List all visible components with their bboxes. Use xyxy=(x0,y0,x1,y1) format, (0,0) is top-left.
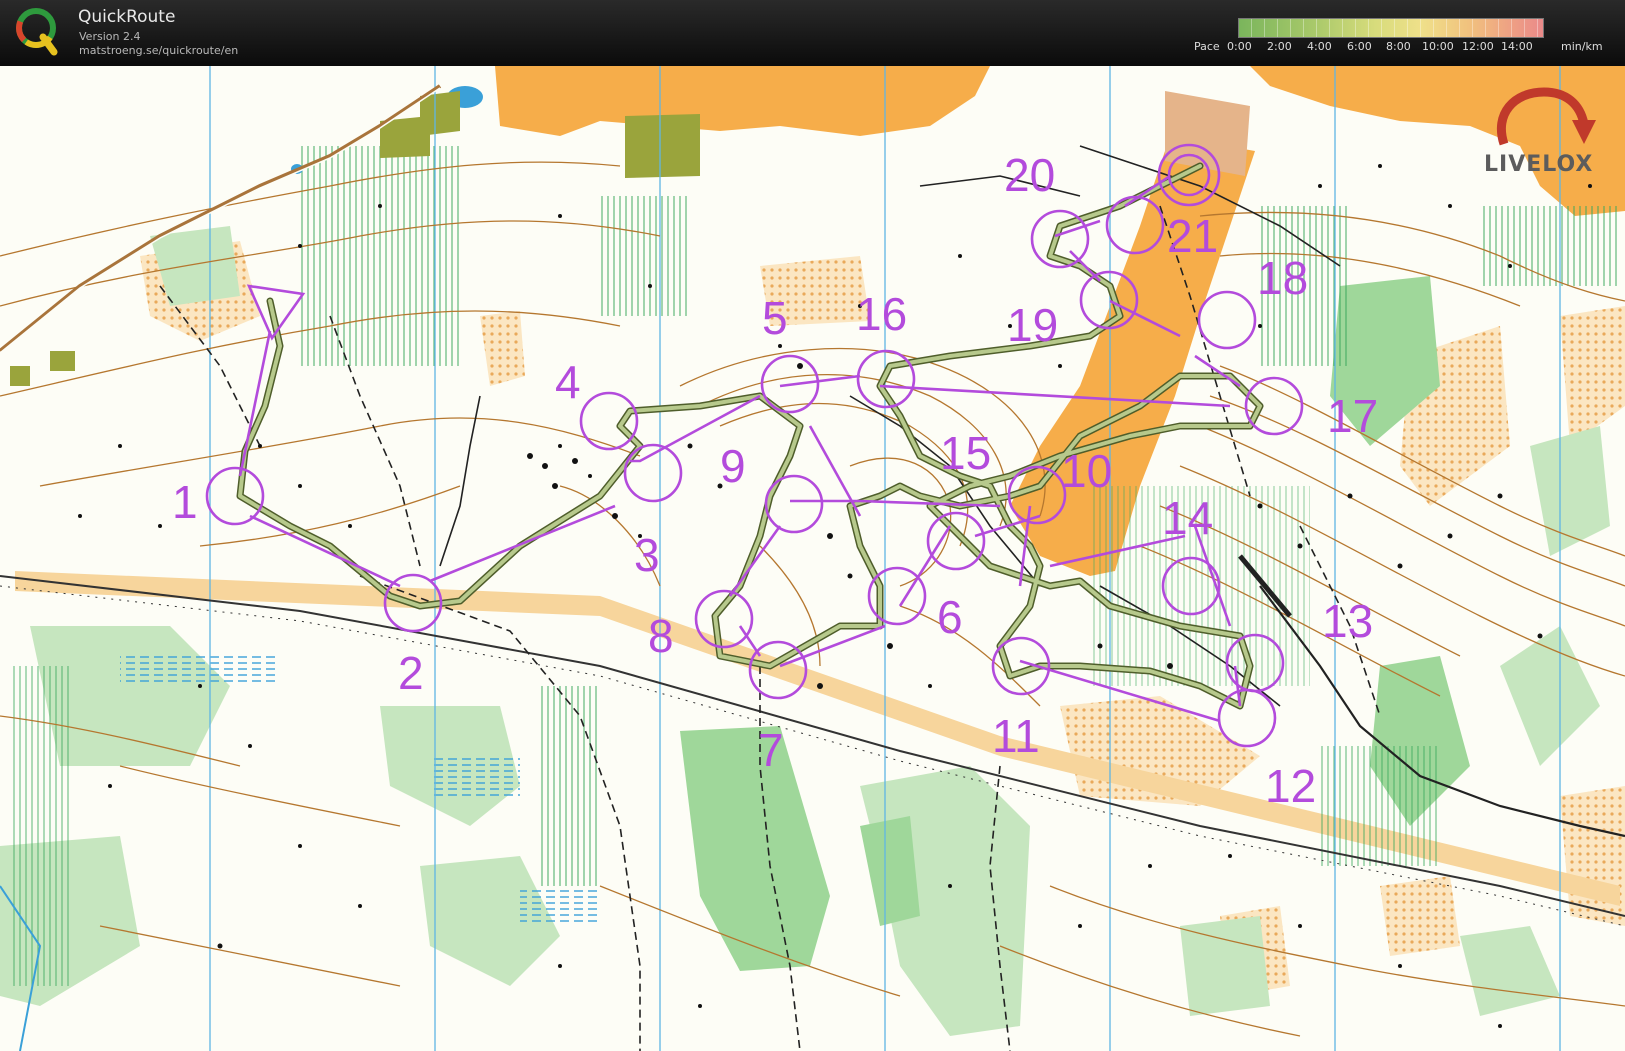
control-number-12: 12 xyxy=(1265,760,1316,812)
control-number-4: 4 xyxy=(555,356,581,408)
control-number-19: 19 xyxy=(1007,299,1058,351)
control-8-circle xyxy=(694,589,754,649)
control-number-7: 7 xyxy=(758,724,784,776)
control-number-14: 14 xyxy=(1162,492,1213,544)
quickroute-logo-icon xyxy=(16,8,58,56)
control-number-16: 16 xyxy=(856,288,907,340)
control-number-17: 17 xyxy=(1327,390,1378,442)
control-18-circle xyxy=(1197,290,1257,350)
control-number-1: 1 xyxy=(172,476,198,528)
pace-tick-2: 4:00 xyxy=(1307,40,1332,53)
pace-tick-0: 0:00 xyxy=(1227,40,1252,53)
pace-unit: min/km xyxy=(1561,40,1603,53)
app-title: QuickRoute xyxy=(78,7,176,27)
pace-tick-5: 10:00 xyxy=(1422,40,1454,53)
app-url[interactable]: matstroeng.se/quickroute/en xyxy=(79,44,238,57)
control-number-3: 3 xyxy=(634,529,660,581)
control-1-circle xyxy=(205,466,265,526)
control-number-21: 21 xyxy=(1167,210,1218,262)
control-number-5: 5 xyxy=(762,292,788,344)
livelox-text: LIVELOX xyxy=(1484,152,1594,177)
app-header: QuickRoute Version 2.4 matstroeng.se/qui… xyxy=(0,0,1625,66)
control-number-20: 20 xyxy=(1004,149,1055,201)
control-number-15: 15 xyxy=(940,427,991,479)
livelox-watermark: LIVELOX xyxy=(1484,84,1604,180)
control-9-circle xyxy=(764,474,824,534)
pace-tick-6: 12:00 xyxy=(1462,40,1494,53)
control-number-10: 10 xyxy=(1061,445,1112,497)
map-canvas: 1 2 3 4 5 6 7 8 9 10 11 12 13 14 15 16 1… xyxy=(0,66,1625,1051)
control-number-11: 11 xyxy=(992,710,1040,762)
pace-tick-4: 8:00 xyxy=(1386,40,1411,53)
control-number-18: 18 xyxy=(1257,252,1308,304)
control-number-2: 2 xyxy=(398,647,424,699)
control-4-circle xyxy=(579,391,639,451)
pace-tick-7: 14:00 xyxy=(1501,40,1533,53)
pace-gradient-bar xyxy=(1238,18,1544,38)
pace-tick-3: 6:00 xyxy=(1347,40,1372,53)
pace-label: Pace xyxy=(1194,40,1220,53)
control-number-6: 6 xyxy=(937,591,963,643)
livelox-arrow-icon xyxy=(1496,87,1596,146)
pace-tick-1: 2:00 xyxy=(1267,40,1292,53)
app-version: Version 2.4 xyxy=(79,30,141,43)
control-number-9: 9 xyxy=(720,440,746,492)
control-number-13: 13 xyxy=(1322,595,1373,647)
control-12-circle xyxy=(1217,688,1277,748)
control-number-8: 8 xyxy=(648,610,674,662)
control-15-circle xyxy=(926,511,986,571)
orienteering-map[interactable]: 1 2 3 4 5 6 7 8 9 10 11 12 13 14 15 16 1… xyxy=(0,66,1625,1051)
control-17-circle xyxy=(1244,376,1304,436)
